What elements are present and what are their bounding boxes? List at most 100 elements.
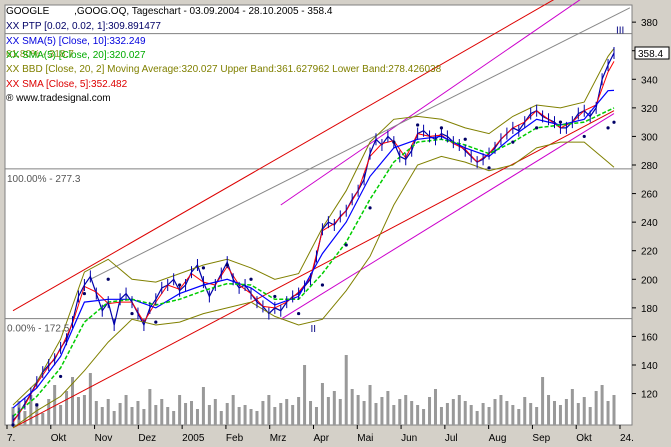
volume-bar: [594, 391, 598, 425]
volume-bar: [136, 401, 140, 425]
volume-bar: [94, 401, 98, 425]
volume-bar: [380, 397, 384, 425]
y-tick-label: 280: [641, 161, 658, 172]
volume-bar: [231, 395, 235, 425]
x-tick-label: Okt: [51, 433, 67, 444]
y-tick-label: 380: [641, 18, 658, 29]
ptp-marker: [297, 311, 301, 316]
ptp-marker: [59, 374, 63, 379]
volume-bar: [404, 395, 408, 425]
volume-bar: [547, 395, 551, 425]
y-tick-label: 260: [641, 190, 658, 201]
x-tick-label: 7.: [7, 433, 15, 444]
wave-label-iii: III: [616, 26, 624, 37]
volume-bar: [154, 405, 158, 425]
ptp-marker: [106, 277, 110, 281]
volume-bar: [195, 409, 199, 425]
ptp-marker: [320, 283, 325, 287]
volume-bar: [612, 395, 616, 425]
ptp-marker: [130, 311, 134, 316]
volume-bar: [445, 403, 449, 425]
fib-label: 0.00% - 172.5: [7, 324, 70, 335]
y-tick-label: 300: [641, 132, 658, 143]
volume-bar: [511, 405, 515, 425]
volume-bar: [142, 409, 146, 425]
legend-sma20: XX SMA(5) [Close, 20]:320.027: [6, 50, 146, 61]
chart-subtitle: ,GOOG.OQ, Tageschart - 03.09.2004 - 28.1…: [74, 6, 333, 17]
volume-bar: [564, 399, 568, 425]
volume-bar: [261, 401, 265, 425]
volume-bar: [517, 409, 521, 425]
x-tick-label: Sep: [532, 433, 550, 444]
volume-bar: [41, 413, 45, 425]
volume-bar: [386, 391, 390, 425]
ptp-marker: [416, 123, 420, 127]
ptp-marker: [201, 266, 206, 270]
volume-bar: [100, 407, 104, 425]
y-tick-label: 340: [641, 75, 658, 86]
ptp-marker: [558, 120, 563, 124]
header-line-1: GOOGLE ,GOOG.OQ, Tageschart - 03.09.2004…: [6, 6, 332, 17]
volume-bar: [338, 399, 342, 425]
ptp-marker: [249, 277, 253, 281]
volume-bar: [309, 401, 313, 425]
ptp-marker: [606, 126, 610, 130]
volume-bar: [392, 405, 396, 425]
volume-bar: [267, 395, 271, 425]
ptp-marker: [35, 403, 39, 407]
volume-bar: [422, 409, 426, 425]
tradesignal-url: www.tradesignal.com: [16, 93, 111, 104]
ptp-marker: [178, 283, 182, 287]
ptp-marker: [82, 291, 87, 296]
volume-bar: [582, 397, 586, 425]
volume-bar: [475, 411, 479, 425]
volume-bar: [487, 407, 491, 425]
symbol-name: GOOGLE: [6, 6, 50, 17]
x-tick-label: Jun: [401, 433, 417, 444]
volume-bar: [433, 389, 437, 425]
volume-bar: [225, 403, 229, 425]
volume-bar: [428, 397, 432, 425]
volume-bar: [303, 365, 307, 425]
x-tick-label: Mrz: [270, 433, 287, 444]
volume-bar: [368, 385, 372, 425]
volume-bar: [356, 395, 360, 425]
volume-bar: [529, 403, 533, 425]
x-tick-label: Mai: [357, 433, 373, 444]
ptp-marker: [344, 243, 348, 247]
volume-bar: [326, 397, 330, 425]
x-tick-label: 24.: [620, 433, 634, 444]
volume-bar: [320, 383, 324, 425]
x-tick-label: Apr: [314, 433, 330, 444]
y-tick-label: 320: [641, 104, 658, 115]
volume-bar: [219, 411, 223, 425]
volume-bar: [184, 403, 188, 425]
volume-bar: [148, 389, 152, 425]
ptp-marker: [368, 206, 372, 210]
ptp-marker: [582, 134, 586, 139]
wave-label-ii: II: [311, 324, 317, 335]
volume-bar: [410, 401, 414, 425]
volume-bar: [558, 405, 562, 425]
volume-bar: [463, 401, 467, 425]
volume-bar: [273, 407, 277, 425]
tradesignal-link[interactable]: ® www.tradesignal.com: [6, 93, 111, 104]
last-value-label: 358.4: [638, 49, 663, 60]
volume-bar: [588, 407, 592, 425]
ptp-marker: [225, 263, 229, 267]
volume-bar: [362, 401, 366, 425]
x-tick-label: Okt: [576, 433, 592, 444]
volume-bar: [243, 405, 247, 425]
volume-bar: [88, 373, 92, 425]
volume-bar: [76, 397, 80, 425]
volume-bar: [344, 355, 348, 425]
x-tick-label: Feb: [226, 433, 244, 444]
volume-bar: [439, 407, 443, 425]
volume-bar: [59, 405, 63, 425]
ptp-marker: [273, 294, 277, 299]
y-tick-label: 180: [641, 304, 658, 315]
volume-bar: [350, 389, 354, 425]
volume-bar: [160, 399, 164, 425]
volume-bar: [82, 395, 86, 425]
chart-window: 1201401601802002202402602803003203403603…: [0, 0, 671, 447]
